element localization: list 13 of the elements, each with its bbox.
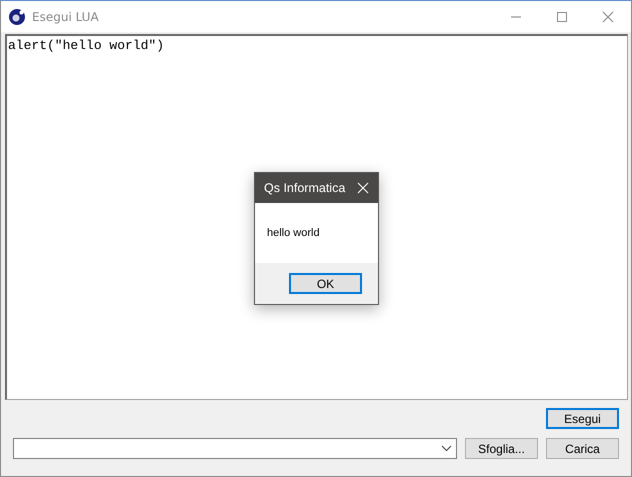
- maximize-icon: [556, 10, 568, 22]
- app-icon: [9, 8, 25, 24]
- file-combo[interactable]: [13, 438, 457, 459]
- ok-button[interactable]: OK: [289, 273, 362, 294]
- load-button[interactable]: Carica: [546, 438, 619, 459]
- close-icon: [602, 10, 614, 22]
- dialog-message: hello world: [267, 227, 320, 239]
- chevron-down-icon: [441, 445, 452, 452]
- browse-button[interactable]: Sfoglia...: [465, 438, 538, 459]
- run-button[interactable]: Esegui: [546, 408, 619, 429]
- window-title: Esegui LUA: [32, 10, 100, 24]
- dialog-title: Qs Informatica: [264, 181, 346, 195]
- close-icon: [357, 182, 369, 194]
